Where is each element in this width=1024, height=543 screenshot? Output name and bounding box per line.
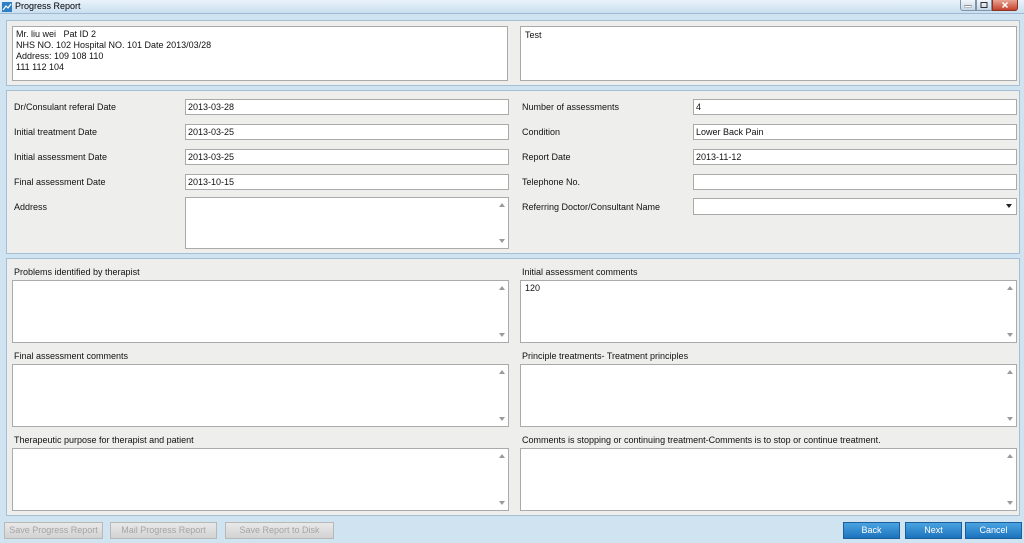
details-panel: Dr/Consulant referal Date 2013-03-28 Ini… xyxy=(6,90,1020,254)
stop-continue-label: Comments is stopping or continuing treat… xyxy=(522,435,881,445)
minimize-icon xyxy=(964,5,972,8)
final-comments-textarea[interactable] xyxy=(12,364,509,427)
scroll-down-icon[interactable] xyxy=(499,417,505,421)
referral-date-field[interactable]: 2013-03-28 xyxy=(185,99,509,115)
scroll-up-icon[interactable] xyxy=(499,454,505,458)
maximize-button[interactable] xyxy=(976,0,992,11)
note-text: Test xyxy=(525,30,542,40)
principles-scrollbar[interactable] xyxy=(1004,365,1016,426)
cancel-button[interactable]: Cancel xyxy=(965,522,1022,539)
patient-name-line: Mr. liu wei Pat ID 2 xyxy=(16,29,97,39)
window-title: Progress Report xyxy=(15,1,81,11)
scroll-down-icon[interactable] xyxy=(1007,417,1013,421)
scroll-down-icon[interactable] xyxy=(1007,501,1013,505)
initial-treatment-date-label: Initial treatment Date xyxy=(14,127,98,137)
stop-continue-scrollbar[interactable] xyxy=(1004,449,1016,510)
initial-assessment-date-field[interactable]: 2013-03-25 xyxy=(185,149,509,165)
scroll-down-icon[interactable] xyxy=(499,239,505,243)
scroll-up-icon[interactable] xyxy=(499,286,505,290)
scroll-down-icon[interactable] xyxy=(499,333,505,337)
number-of-assessments-field[interactable]: 4 xyxy=(693,99,1017,115)
initial-comments-textarea[interactable]: 120 xyxy=(520,280,1017,343)
report-date-label: Report Date xyxy=(522,152,571,162)
scroll-down-icon[interactable] xyxy=(499,501,505,505)
back-button[interactable]: Back xyxy=(843,522,900,539)
comments-panel: Problems identified by therapist Initial… xyxy=(6,258,1020,516)
minimize-button[interactable] xyxy=(960,0,976,11)
maximize-icon xyxy=(980,2,988,8)
final-comments-scrollbar[interactable] xyxy=(496,365,508,426)
scroll-up-icon[interactable] xyxy=(499,203,505,207)
close-icon xyxy=(1001,1,1009,9)
address-scrollbar[interactable] xyxy=(496,198,508,248)
condition-label: Condition xyxy=(522,127,561,137)
final-comments-label: Final assessment comments xyxy=(14,351,129,361)
referral-date-label: Dr/Consulant referal Date xyxy=(14,102,117,112)
title-bar: Progress Report xyxy=(0,0,1024,14)
scroll-up-icon[interactable] xyxy=(1007,286,1013,290)
patient-address-line: Address: 109 108 110 xyxy=(16,51,104,61)
referring-doctor-label: Referring Doctor/Consultant Name xyxy=(522,202,661,212)
mail-progress-report-button[interactable]: Mail Progress Report xyxy=(110,522,217,539)
initial-comments-text: 120 xyxy=(525,283,541,293)
scroll-up-icon[interactable] xyxy=(1007,370,1013,374)
final-assessment-date-field[interactable]: 2013-10-15 xyxy=(185,174,509,190)
address-field[interactable] xyxy=(185,197,509,249)
initial-comments-scrollbar[interactable] xyxy=(1004,281,1016,342)
purpose-label: Therapeutic purpose for therapist and pa… xyxy=(14,435,194,445)
problems-scrollbar[interactable] xyxy=(496,281,508,342)
patient-address-line-2: 111 112 104 xyxy=(16,62,65,72)
problems-textarea[interactable] xyxy=(12,280,509,343)
telephone-label: Telephone No. xyxy=(522,177,581,187)
scroll-up-icon[interactable] xyxy=(499,370,505,374)
scroll-down-icon[interactable] xyxy=(1007,333,1013,337)
principles-label: Principle treatments- Treatment principl… xyxy=(522,351,689,361)
chevron-down-icon[interactable] xyxy=(1006,204,1012,208)
purpose-textarea[interactable] xyxy=(12,448,509,511)
initial-assessment-date-label: Initial assessment Date xyxy=(14,152,108,162)
referring-doctor-select[interactable] xyxy=(693,198,1017,215)
address-label: Address xyxy=(14,202,48,212)
stop-continue-textarea[interactable] xyxy=(520,448,1017,511)
patient-info-box: Mr. liu wei Pat ID 2 NHS NO. 102 Hospital… xyxy=(12,26,508,81)
patient-nhs-line: NHS NO. 102 Hospital NO. 101 Date 2013/0… xyxy=(16,40,212,50)
next-button[interactable]: Next xyxy=(905,522,962,539)
initial-comments-label: Initial assessment comments xyxy=(522,267,638,277)
save-report-to-disk-button[interactable]: Save Report to Disk xyxy=(225,522,334,539)
patient-header-panel: Mr. liu wei Pat ID 2 NHS NO. 102 Hospital… xyxy=(6,20,1020,86)
report-chart-icon xyxy=(2,2,12,12)
final-assessment-date-label: Final assessment Date xyxy=(14,177,106,187)
close-button[interactable] xyxy=(992,0,1018,11)
purpose-scrollbar[interactable] xyxy=(496,449,508,510)
problems-label: Problems identified by therapist xyxy=(14,267,140,277)
report-date-field[interactable]: 2013-11-12 xyxy=(693,149,1017,165)
note-box[interactable]: Test xyxy=(520,26,1017,81)
save-progress-report-button[interactable]: Save Progress Report xyxy=(4,522,103,539)
scroll-up-icon[interactable] xyxy=(1007,454,1013,458)
number-of-assessments-label: Number of assessments xyxy=(522,102,620,112)
condition-field[interactable]: Lower Back Pain xyxy=(693,124,1017,140)
principles-textarea[interactable] xyxy=(520,364,1017,427)
telephone-field[interactable] xyxy=(693,174,1017,190)
initial-treatment-date-field[interactable]: 2013-03-25 xyxy=(185,124,509,140)
